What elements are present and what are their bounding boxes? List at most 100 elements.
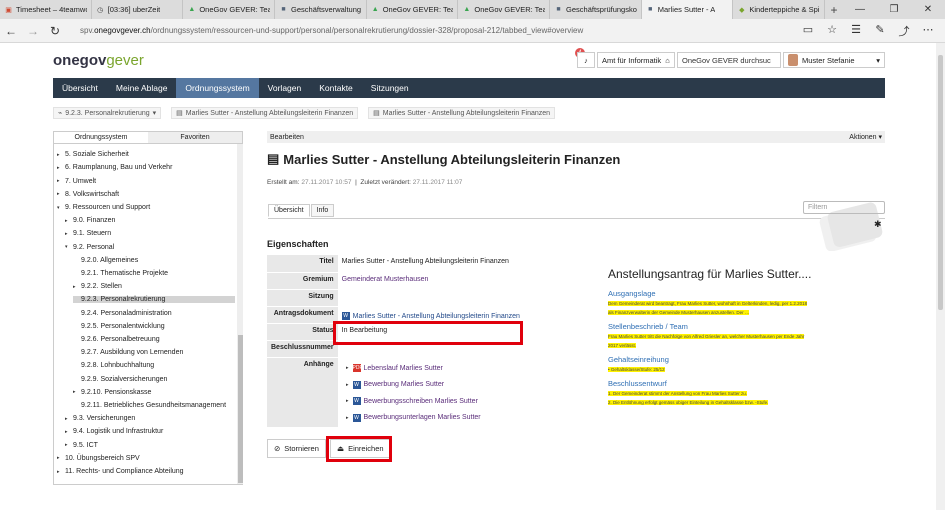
filter-input[interactable]: Filtern [803,201,885,214]
nav-item[interactable]: Kontakte [310,78,362,98]
tree-toggle-icon[interactable]: ▾ [65,244,70,250]
attachment-item[interactable]: ▸ W Bewerbung Marlies Sutter [346,380,445,389]
nav-item[interactable]: Ordnungssystem [176,78,259,98]
favorites-list-icon[interactable]: ☰ [845,23,867,39]
tree-toggle-icon[interactable]: ▸ [65,218,70,224]
restore-icon[interactable]: ❐ [877,0,911,19]
tree-toggle-icon[interactable]: ▸ [57,178,62,184]
share-icon[interactable]: ⤴ [893,23,915,39]
tree-item[interactable]: 9.2.9. Sozialversicherungen [73,376,167,383]
tab-ordnungssystem[interactable]: Ordnungssystem [54,132,148,143]
tree-item[interactable]: ▸4. Gesundheit [57,144,109,145]
notification-bell[interactable]: ♪ [577,52,595,68]
new-tab-button[interactable]: + [825,0,843,19]
tree-toggle-icon[interactable]: ▸ [65,429,70,435]
notes-icon[interactable]: ✎ [869,23,891,39]
antragsdokument-link[interactable]: Marlies Sutter - Anstellung Abteilungsle… [353,312,520,319]
browser-tab[interactable]: ■ Marlies Sutter - A [641,0,734,19]
attachment-link[interactable]: Bewerbung Marlies Sutter [364,381,445,388]
browser-tab[interactable]: ▲ OneGov GEVER: Tean [183,0,276,19]
breadcrumb-item-proposal[interactable]: ▤ Marlies Sutter - Anstellung Abteilungsl… [368,107,556,119]
tree-item[interactable]: ▸ 6. Raumplanung, Bau und Verkehr [57,164,172,171]
tab-uebersicht[interactable]: Übersicht [268,204,310,217]
expand-icon[interactable]: ▸ [346,398,349,404]
expand-icon[interactable]: ▸ [346,365,349,371]
nav-item[interactable]: Sitzungen [362,78,418,98]
tree-toggle-icon[interactable]: ▸ [57,191,62,197]
tree-item[interactable]: ▸ 5. Soziale Sicherheit [57,151,129,158]
browser-tab[interactable]: ◆ Kinderteppiche & Spi [733,0,826,19]
nav-item[interactable]: Übersicht [53,78,107,98]
tree-toggle-icon[interactable]: ▸ [57,165,62,171]
tree-toggle-icon[interactable]: ▾ [57,205,62,211]
expand-icon[interactable]: ▸ [346,382,349,388]
expand-icon[interactable]: ▸ [346,415,349,421]
tree-item[interactable]: ▸ 9.0. Finanzen [65,217,115,224]
tree-item[interactable]: ▸ 9.2.10. Pensionskasse [73,389,151,396]
attachment-link[interactable]: Bewerbungsunterlagen Marlies Sutter [364,414,481,421]
tree-toggle-icon[interactable]: ▸ [73,389,78,395]
tab-info[interactable]: Info [310,204,335,217]
tree-item[interactable]: ▸ 9.2.2. Stellen [73,283,122,290]
user-menu[interactable]: Muster Stefanie ▾ [783,52,885,68]
gremium-link[interactable]: Gemeinderat Musterhausen [342,276,429,283]
attachment-item[interactable]: ▸ PDF Lebenslauf Marlies Sutter [346,364,443,372]
browser-tab[interactable]: ▲ OneGov GEVER: Tean [367,0,459,19]
browser-tab[interactable]: ▣ Timesheet – 4teamwo [0,0,92,19]
gear-icon[interactable]: ✱ [874,219,882,230]
tree-toggle-icon[interactable]: ▸ [65,416,70,422]
tree-item[interactable]: ▸ 7. Umwelt [57,178,96,185]
attachment-item[interactable]: ▸ W Bewerbungsunterlagen Marlies Sutter [346,413,481,422]
attachment-item[interactable]: ▸ W Bewerbungsschreiben Marlies Sutter [346,397,478,405]
url-field[interactable]: spv.onegovgever.ch/ordnungssystem/ressou… [80,26,583,35]
attachment-link[interactable]: Lebenslauf Marlies Sutter [364,365,443,372]
tree-item[interactable]: ▸ 9.5. ICT [65,442,98,449]
tree-item[interactable]: 9.2.4. Personaladministration [73,310,172,317]
back-arrow-icon[interactable]: ← [0,24,22,38]
tree-item[interactable]: 9.2.5. Personalentwicklung [73,323,165,330]
breadcrumb-item-repository[interactable]: ⌁ 9.2.3. Personalrekrutierung ▾ [53,107,162,119]
tree-item[interactable]: 9.2.6. Personalbetreuung [73,336,160,343]
tree-toggle-icon[interactable]: ▸ [57,455,62,461]
tree-item[interactable]: 9.2.1. Thematische Projekte [73,270,168,277]
tree-item[interactable]: 9.2.11. Betriebliches Gesundheitsmanagem… [73,402,226,409]
tree-toggle-icon[interactable]: ▸ [65,442,70,448]
edit-button[interactable]: Bearbeiten [270,134,304,141]
close-icon[interactable]: ✕ [911,0,945,19]
tab-favoriten[interactable]: Favoriten [148,132,242,143]
cancel-button[interactable]: ⊘ Stornieren [267,439,326,458]
sidebar-scrollbar-thumb[interactable] [238,335,243,483]
tree-toggle-icon[interactable]: ▸ [65,231,70,237]
refresh-icon[interactable]: ↻ [44,24,66,38]
forward-arrow-icon[interactable]: → [22,24,44,38]
breadcrumb-item-dossier[interactable]: ▤ Marlies Sutter - Anstellung Abteilungsl… [171,107,359,119]
actions-menu[interactable]: Aktionen ▾ [849,133,882,141]
chevron-down-icon[interactable]: ▾ [153,109,157,117]
nav-item[interactable]: Meine Ablage [107,78,177,98]
tree-item[interactable]: ▾ 9. Ressourcen und Support [57,204,150,211]
tree-item[interactable]: ▸ 9.4. Logistik und Infrastruktur [65,428,163,435]
logo[interactable]: onegovgever [53,52,144,69]
browser-tab[interactable]: ■ Geschäftsverwaltung [275,0,367,19]
tree-item[interactable]: 9.2.8. Lohnbuchhaltung [73,362,154,369]
tree-item[interactable]: 9.2.0. Allgemeines [73,257,138,264]
page-scrollbar-thumb[interactable] [938,55,943,310]
tree-item[interactable]: ▸ 11. Rechts- und Compliance Abteilung [57,468,184,475]
browser-tab[interactable]: ▲ OneGov GEVER: Tean [458,0,551,19]
tree-item[interactable]: ▸ 9.3. Versicherungen [65,415,135,422]
tree-item[interactable]: ▸ 8. Volkswirtschaft [57,191,119,198]
tree-item[interactable]: ▸ 9.1. Steuern [65,230,111,237]
tree-toggle-icon[interactable]: ▸ [57,469,62,475]
search-input[interactable]: OneGov GEVER durchsuc [677,52,781,68]
tree-item[interactable]: ▾ 9.2. Personal [65,244,114,251]
nav-item[interactable]: Vorlagen [259,78,311,98]
attachment-link[interactable]: Bewerbungsschreiben Marlies Sutter [364,398,478,405]
tree-item[interactable]: 9.2.7. Ausbildung von Lernenden [73,349,183,356]
tree-item[interactable]: ▸ 10. Übungsbereich SPV [57,455,140,462]
minimize-icon[interactable]: — [843,0,877,19]
browser-tab[interactable]: ■ Geschäftsprüfungskoı [550,0,642,19]
reading-view-icon[interactable]: ▭ [797,23,819,39]
more-icon[interactable]: ⋯ [917,23,939,39]
tree-toggle-icon[interactable]: ▸ [57,152,62,158]
tree-toggle-icon[interactable]: ▸ [73,284,78,290]
